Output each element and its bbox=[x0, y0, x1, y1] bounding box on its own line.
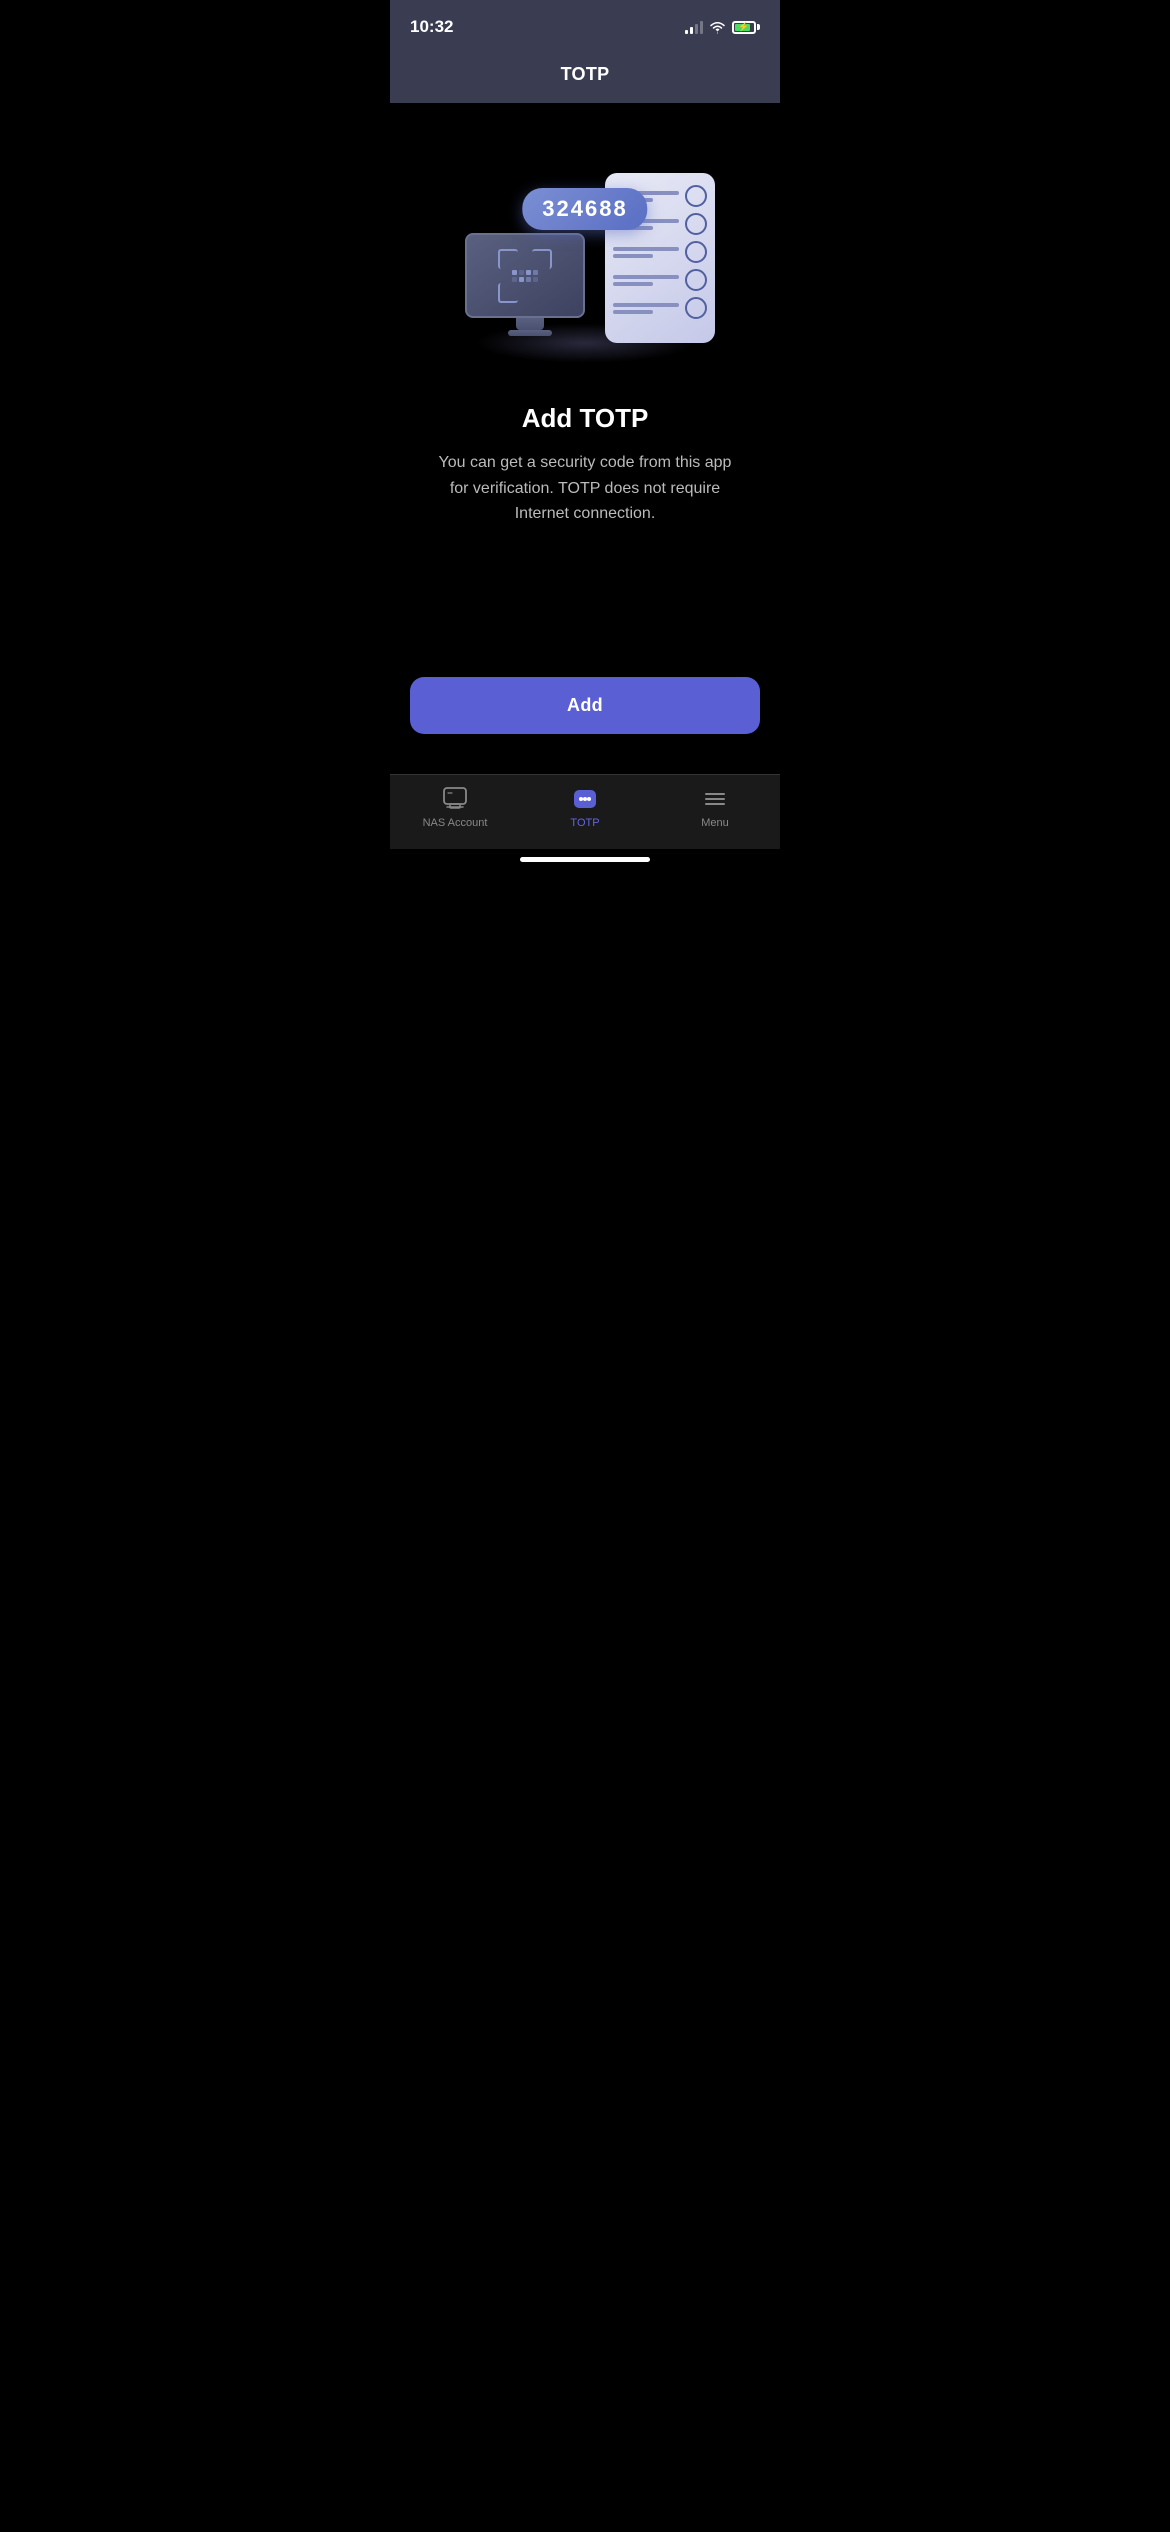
totp-code-badge: 324688 bbox=[522, 188, 647, 230]
tab-bar: NAS Account TOTP Menu bbox=[390, 774, 780, 849]
tab-totp[interactable]: TOTP bbox=[545, 785, 625, 829]
main-title: Add TOTP bbox=[435, 403, 735, 434]
main-content: 324688 bbox=[390, 103, 780, 677]
tab-totp-label: TOTP bbox=[570, 817, 599, 829]
illustration-container: 324688 bbox=[410, 133, 760, 373]
status-time: 10:32 bbox=[410, 17, 453, 37]
status-bar: 10:32 ⚡ bbox=[390, 0, 780, 50]
wifi-icon bbox=[709, 21, 726, 34]
tab-nas-account-label: NAS Account bbox=[423, 817, 488, 829]
totp-illustration: 324688 bbox=[445, 133, 725, 373]
tab-nas-account[interactable]: NAS Account bbox=[415, 785, 495, 829]
status-icons: ⚡ bbox=[685, 20, 760, 34]
text-section: Add TOTP You can get a security code fro… bbox=[415, 403, 755, 527]
add-button-container: Add bbox=[390, 677, 780, 774]
nas-account-icon bbox=[441, 785, 469, 813]
qr-code-icon bbox=[498, 249, 552, 303]
home-indicator bbox=[390, 849, 780, 870]
nav-title: TOTP bbox=[561, 64, 610, 84]
totp-icon bbox=[571, 785, 599, 813]
monitor-illustration bbox=[465, 233, 595, 333]
tab-menu-label: Menu bbox=[701, 817, 729, 829]
menu-icon bbox=[701, 785, 729, 813]
nav-header: TOTP bbox=[390, 50, 780, 103]
home-bar bbox=[520, 857, 650, 862]
add-button[interactable]: Add bbox=[410, 677, 760, 734]
tab-menu[interactable]: Menu bbox=[675, 785, 755, 829]
signal-icon bbox=[685, 20, 703, 34]
battery-icon: ⚡ bbox=[732, 21, 760, 34]
main-description: You can get a security code from this ap… bbox=[435, 450, 735, 527]
